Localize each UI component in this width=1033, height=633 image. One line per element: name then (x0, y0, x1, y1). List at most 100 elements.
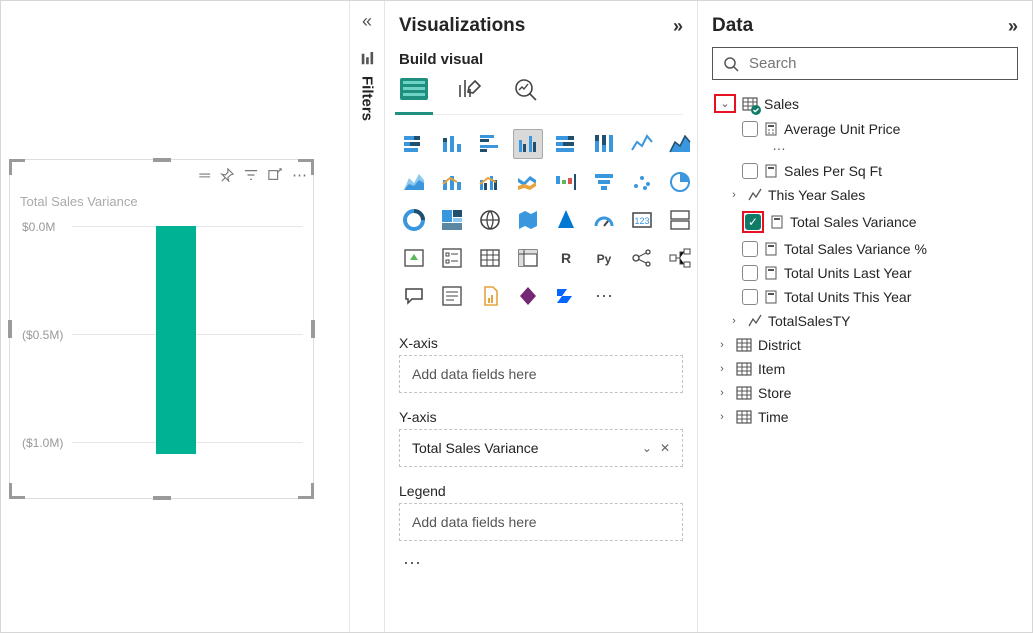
drag-handle-icon[interactable]: ═ (199, 167, 210, 184)
multi-row-card-icon[interactable] (665, 205, 695, 235)
field-checkbox[interactable] (742, 241, 758, 257)
funnel-icon[interactable] (589, 167, 619, 197)
map-icon[interactable] (475, 205, 505, 235)
chevron-down-icon[interactable]: ⌄ (717, 97, 733, 110)
qa-visual-icon[interactable] (399, 281, 429, 311)
field-total-units-this-year[interactable]: Total Units This Year (712, 285, 1018, 309)
stacked-bar-100-icon[interactable] (551, 129, 581, 159)
azure-map-icon[interactable] (551, 205, 581, 235)
line-clustered-column-icon[interactable] (475, 167, 505, 197)
more-wells-icon[interactable]: ⋯ (399, 551, 683, 576)
resize-handle-br[interactable] (298, 483, 314, 499)
field-total-sales-ty[interactable]: › TotalSalesTY (712, 309, 1018, 333)
report-canvas[interactable]: ═ ⋯ Total Sales Variance $0.0M ($0.5M) (… (1, 1, 349, 632)
line-chart-icon[interactable] (627, 129, 657, 159)
table-icon[interactable] (475, 243, 505, 273)
r-visual-icon[interactable]: R (551, 243, 581, 273)
chevron-right-icon[interactable]: › (714, 339, 730, 351)
field-dropdown-icon[interactable]: ⌄ (642, 441, 652, 455)
resize-handle-right[interactable] (311, 320, 315, 338)
filter-icon[interactable] (244, 168, 258, 182)
search-input[interactable] (747, 54, 1007, 73)
field-remove-icon[interactable]: ✕ (660, 441, 670, 455)
chevron-right-icon[interactable]: › (726, 189, 742, 201)
scatter-icon[interactable] (627, 167, 657, 197)
kpi-icon[interactable] (399, 243, 429, 273)
y-tick-1: ($0.5M) (22, 328, 68, 342)
viz-panel-title: Visualizations (399, 15, 525, 37)
smart-narrative-icon[interactable] (437, 281, 467, 311)
resize-handle-top[interactable] (153, 158, 171, 162)
build-visual-tab[interactable] (399, 74, 429, 104)
power-automate-icon[interactable] (551, 281, 581, 311)
chart-bar[interactable] (156, 226, 196, 454)
field-this-year-sales[interactable]: › This Year Sales (712, 183, 1018, 207)
table-store[interactable]: › Store (712, 381, 1018, 405)
field-sales-per-sqft[interactable]: Sales Per Sq Ft (712, 159, 1018, 183)
focus-mode-icon[interactable] (268, 168, 282, 182)
visual-frame[interactable]: ═ ⋯ Total Sales Variance $0.0M ($0.5M) (… (9, 159, 314, 499)
clustered-bar-icon[interactable] (475, 129, 505, 159)
table-icon (736, 337, 752, 353)
field-checkbox[interactable] (742, 289, 758, 305)
card-icon[interactable]: 123 (627, 205, 657, 235)
resize-handle-tl[interactable] (9, 159, 25, 175)
legend-well[interactable]: Add data fields here (399, 503, 683, 541)
py-visual-icon[interactable]: Py (589, 243, 619, 273)
gauge-icon[interactable] (589, 205, 619, 235)
collapse-data-icon[interactable]: » (1008, 16, 1018, 37)
treemap-icon[interactable] (437, 205, 467, 235)
paginated-report-icon[interactable] (475, 281, 505, 311)
field-total-units-last-year[interactable]: Total Units Last Year (712, 261, 1018, 285)
ribbon-chart-icon[interactable] (513, 167, 543, 197)
stacked-column-100-icon[interactable] (589, 129, 619, 159)
table-sales[interactable]: ⌄ Sales (712, 90, 1018, 117)
field-checkbox[interactable] (742, 265, 758, 281)
analytics-tab[interactable] (511, 74, 541, 104)
resize-handle-bottom[interactable] (153, 496, 171, 500)
chevron-right-icon[interactable]: › (726, 315, 742, 327)
decomposition-tree-icon[interactable] (665, 243, 695, 273)
table-district[interactable]: › District (712, 333, 1018, 357)
key-influencers-icon[interactable] (627, 243, 657, 273)
filled-map-icon[interactable] (513, 205, 543, 235)
chevron-right-icon[interactable]: › (714, 411, 730, 423)
chevron-right-icon[interactable]: › (714, 363, 730, 375)
expand-filters-icon[interactable]: « (362, 11, 372, 32)
get-more-visuals-icon[interactable]: ⋯ (589, 281, 619, 311)
field-checkbox[interactable]: ✓ (745, 214, 761, 230)
resize-handle-bl[interactable] (9, 483, 25, 499)
slicer-icon[interactable] (437, 243, 467, 273)
line-stacked-column-icon[interactable] (437, 167, 467, 197)
field-total-sales-variance-pct[interactable]: Total Sales Variance % (712, 237, 1018, 261)
filters-label[interactable]: Filters (359, 52, 376, 121)
search-box[interactable] (712, 47, 1018, 80)
xaxis-well[interactable]: Add data fields here (399, 355, 683, 393)
field-total-sales-variance[interactable]: ✓ Total Sales Variance (712, 207, 1018, 237)
collapse-viz-icon[interactable]: » (673, 16, 683, 37)
field-checkbox[interactable] (742, 163, 758, 179)
format-visual-tab[interactable] (455, 74, 485, 104)
field-checkbox[interactable] (742, 121, 758, 137)
resize-handle-left[interactable] (8, 320, 12, 338)
area-chart-icon[interactable] (665, 129, 695, 159)
matrix-icon[interactable] (513, 243, 543, 273)
table-time[interactable]: › Time (712, 405, 1018, 429)
search-icon (723, 56, 739, 72)
stacked-area-icon[interactable] (399, 167, 429, 197)
calculator-icon (770, 215, 784, 229)
donut-icon[interactable] (399, 205, 429, 235)
clustered-column-icon[interactable] (513, 129, 543, 159)
waterfall-icon[interactable] (551, 167, 581, 197)
filters-rail[interactable]: « Filters (349, 1, 385, 632)
more-options-icon[interactable]: ⋯ (292, 166, 307, 184)
pie-icon[interactable] (665, 167, 695, 197)
stacked-column-icon[interactable] (437, 129, 467, 159)
field-avg-unit-price[interactable]: Average Unit Price (712, 117, 1018, 141)
power-apps-icon[interactable] (513, 281, 543, 311)
table-item[interactable]: › Item (712, 357, 1018, 381)
stacked-bar-icon[interactable] (399, 129, 429, 159)
pin-icon[interactable] (220, 168, 234, 182)
yaxis-well[interactable]: Total Sales Variance ⌄ ✕ (399, 429, 683, 467)
chevron-right-icon[interactable]: › (714, 387, 730, 399)
